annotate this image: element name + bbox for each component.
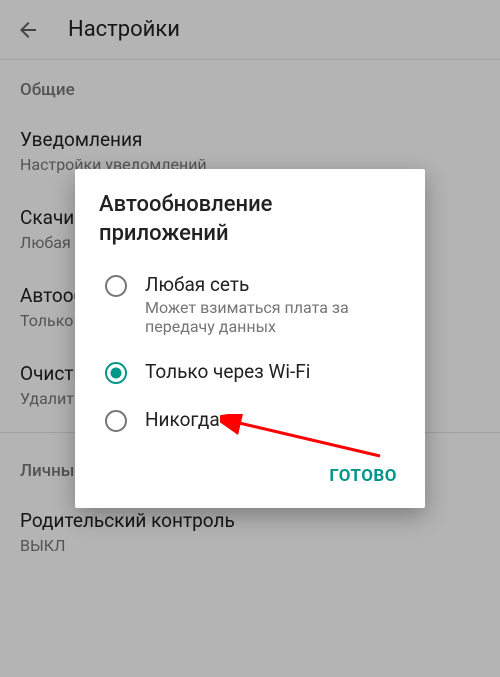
autoupdate-dialog: Автообновление приложений Любая сеть Мож… xyxy=(75,169,425,507)
radio-text: Только через Wi-Fi xyxy=(145,360,310,383)
radio-icon xyxy=(105,362,127,384)
radio-option-never[interactable]: Никогда xyxy=(75,396,425,444)
modal-overlay[interactable]: Автообновление приложений Любая сеть Мож… xyxy=(0,0,500,677)
done-button[interactable]: ГОТОВО xyxy=(317,456,409,496)
radio-icon xyxy=(105,275,127,297)
radio-label: Никогда xyxy=(145,408,220,431)
radio-option-wifi-only[interactable]: Только через Wi-Fi xyxy=(75,348,425,396)
radio-text: Любая сеть Может взиматься плата за пере… xyxy=(145,273,401,336)
radio-icon xyxy=(105,410,127,432)
radio-text: Никогда xyxy=(145,408,220,431)
dialog-actions: ГОТОВО xyxy=(75,444,425,500)
radio-sublabel: Может взиматься плата за передачу данных xyxy=(145,298,401,336)
radio-label: Любая сеть xyxy=(145,273,401,296)
radio-option-any-network[interactable]: Любая сеть Может взиматься плата за пере… xyxy=(75,261,425,348)
dialog-title: Автообновление приложений xyxy=(75,191,425,260)
radio-label: Только через Wi-Fi xyxy=(145,360,310,383)
